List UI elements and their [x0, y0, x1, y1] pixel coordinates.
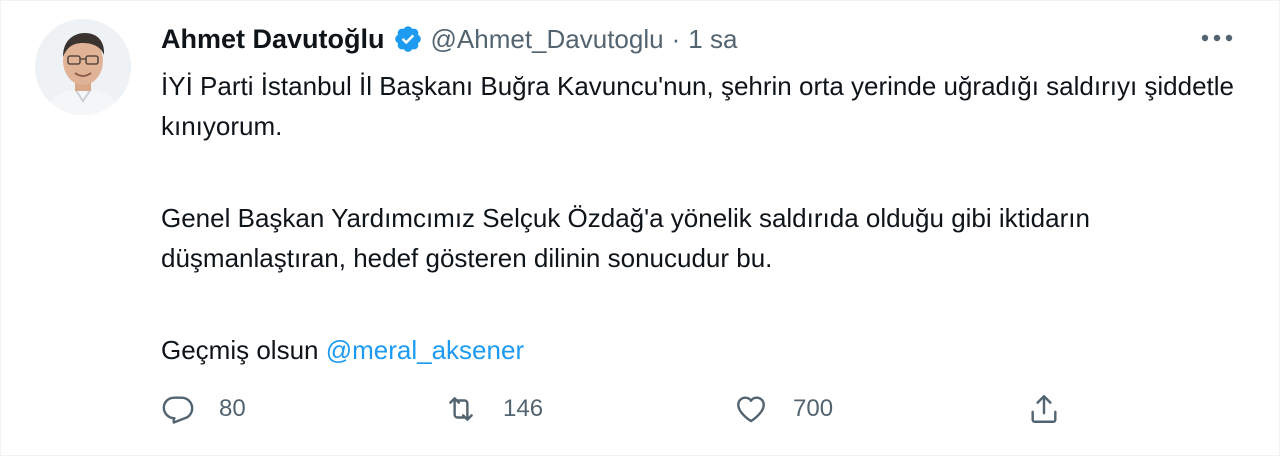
like-icon [733, 392, 769, 426]
share-button[interactable] [1027, 389, 1061, 429]
tweet-paragraph-1: İYİ Parti İstanbul İl Başkanı Buğra Kavu… [161, 71, 1235, 141]
retweet-count: 146 [503, 395, 544, 422]
separator-dot: · [671, 23, 681, 54]
reply-count: 80 [219, 395, 246, 422]
tweet-text: İYİ Parti İstanbul İl Başkanı Buğra Kavu… [161, 66, 1251, 370]
author-handle[interactable]: @Ahmet_Davutoglu [431, 24, 664, 55]
reply-button[interactable]: 80 [161, 389, 246, 429]
avatar-photo [35, 19, 131, 115]
tweet-paragraph-3: Geçmiş olsun @meral_aksener [161, 330, 1251, 370]
tweet-header: Ahmet Davutoğlu @Ahmet_Davutoglu · 1 sa [161, 21, 737, 57]
tweet-paragraph-3-text: Geçmiş olsun [161, 335, 326, 365]
share-icon [1027, 392, 1061, 426]
mention-link[interactable]: @meral_aksener [326, 335, 524, 365]
reply-icon [161, 392, 195, 426]
tweet-timestamp[interactable]: 1 sa [688, 24, 737, 55]
author-name[interactable]: Ahmet Davutoğlu [161, 24, 385, 55]
retweet-button[interactable]: 146 [443, 389, 543, 429]
tweet-paragraph-2: Genel Başkan Yardımcımız Selçuk Özdağ'a … [161, 203, 1090, 273]
verified-badge-icon [393, 24, 423, 54]
retweet-icon [443, 392, 479, 426]
avatar[interactable] [35, 19, 131, 115]
more-icon[interactable] [1197, 23, 1237, 53]
like-count: 700 [793, 395, 834, 422]
tweet-card[interactable]: Ahmet Davutoğlu @Ahmet_Davutoglu · 1 sa … [0, 0, 1280, 456]
tweet-actions: 80 146 700 [161, 389, 1261, 429]
like-button[interactable]: 700 [733, 389, 833, 429]
